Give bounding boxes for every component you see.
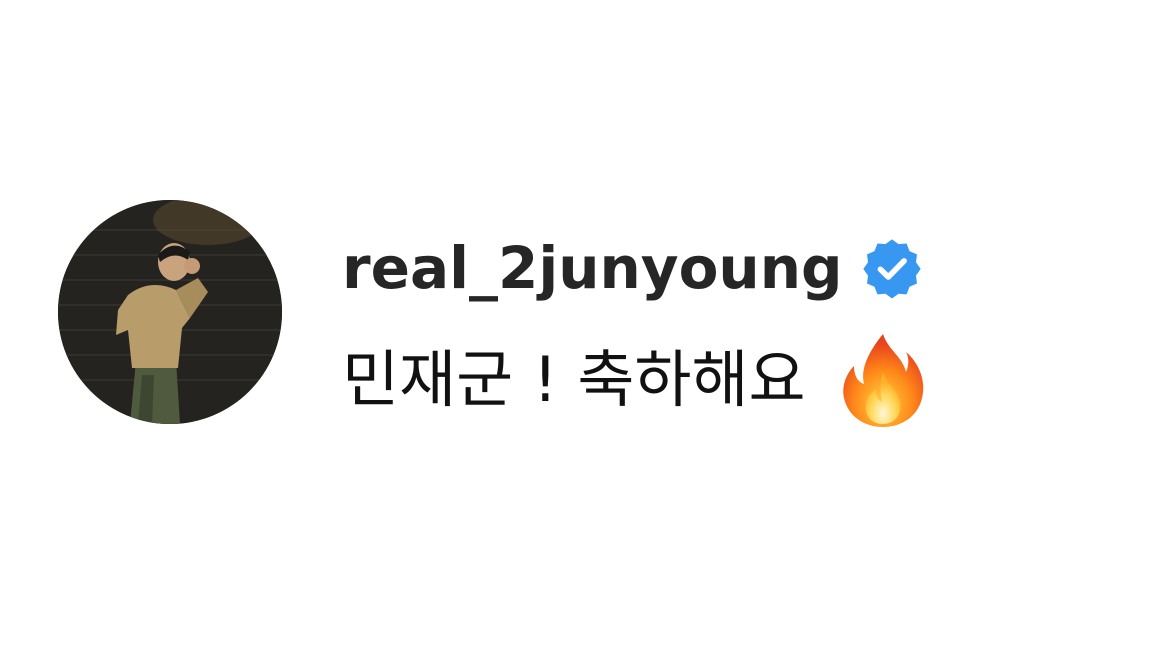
username-row: real_2junyoung	[342, 228, 923, 308]
verified-badge-icon	[861, 237, 923, 299]
comment-text-row: 민재군 ! 축하해요	[342, 330, 926, 430]
comment-item: real_2junyoung 민재군 ! 축하해요	[58, 200, 1118, 440]
avatar[interactable]	[58, 200, 282, 424]
comment-text: 민재군 ! 축하해요	[342, 343, 806, 416]
fire-emoji-icon	[840, 332, 926, 428]
avatar-photo	[58, 200, 282, 424]
username-link[interactable]: real_2junyoung	[342, 228, 843, 308]
